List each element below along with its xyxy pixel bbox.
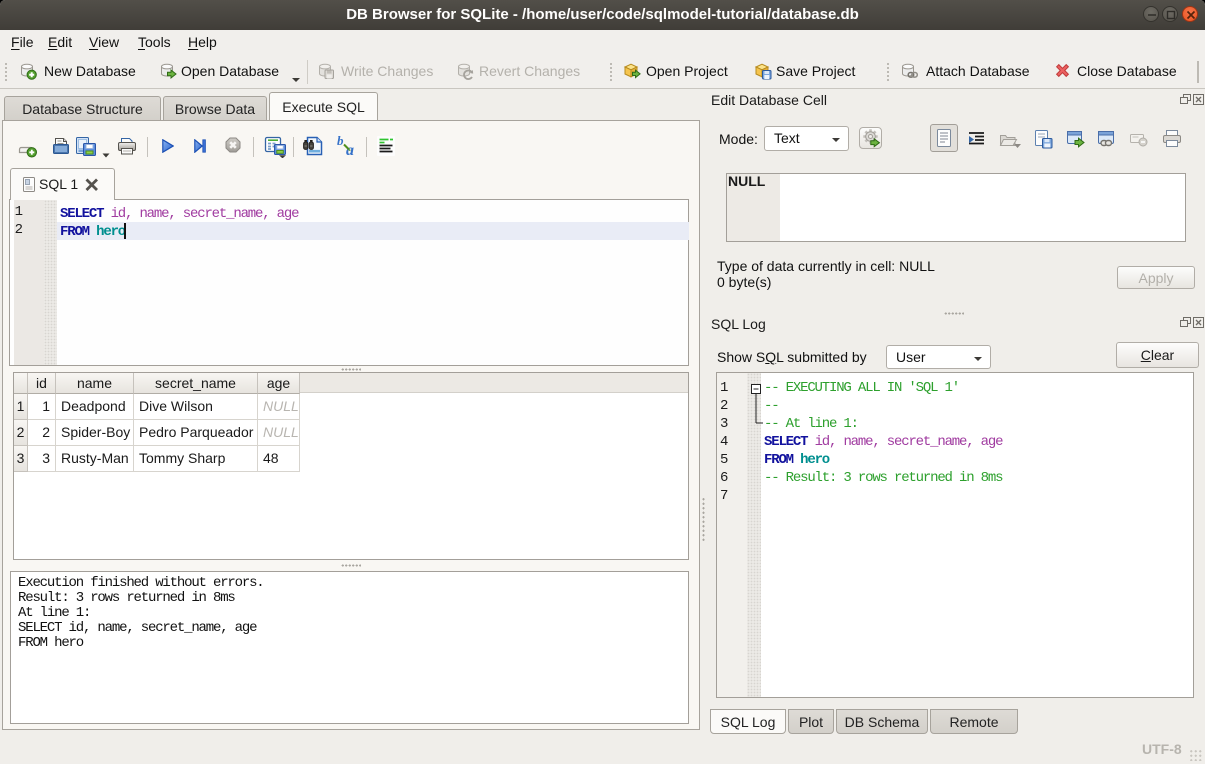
svg-text:b: b — [337, 135, 344, 148]
